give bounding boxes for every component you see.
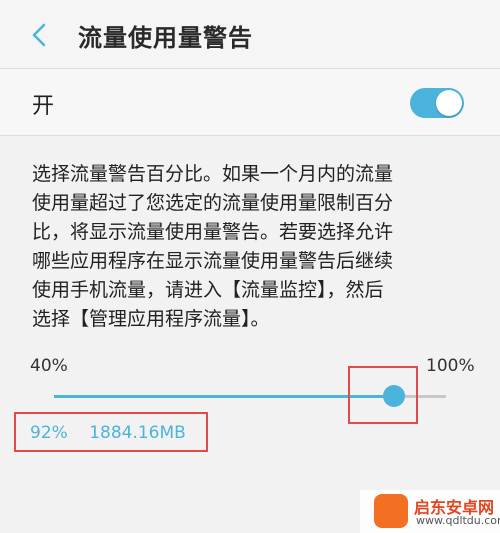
watermark-url: www.qdltdu.com — [416, 514, 500, 527]
thumb-highlight-box — [348, 366, 418, 424]
header: 流量使用量警告 — [0, 0, 500, 68]
back-button[interactable] — [22, 18, 56, 52]
description-line: 比，将显示流量使用量警告。若要选择允许 — [32, 221, 394, 243]
value-highlight-box — [14, 412, 208, 452]
watermark: 启东安卓网 www.qdltdu.com — [360, 490, 500, 533]
watermark-logo-icon — [374, 494, 408, 528]
slider-fill — [54, 395, 394, 398]
enable-switch[interactable] — [410, 88, 464, 118]
chevron-left-icon — [32, 23, 46, 47]
description-line: 使用量超过了您选定的流量使用量限制百分 — [32, 192, 394, 214]
page-title: 流量使用量警告 — [78, 24, 253, 52]
enable-toggle-row[interactable]: 开 — [0, 69, 500, 135]
description-line: 使用手机流量，请进入【流量监控】，然后 — [32, 279, 384, 301]
description-line: 哪些应用程序在显示流量使用量警告后继续 — [32, 250, 394, 272]
description-text: 选择流量警告百分比。如果一个月内的流量 使用量超过了您选定的流量使用量限制百分 … — [32, 160, 482, 334]
switch-knob — [436, 90, 462, 116]
toggle-label: 开 — [32, 94, 55, 119]
toggle-divider — [0, 135, 500, 136]
description-line: 选择流量警告百分比。如果一个月内的流量 — [32, 163, 394, 185]
slider-min-label: 40% — [30, 356, 68, 376]
slider-max-label: 100% — [426, 356, 475, 376]
description-line: 选择【管理应用程序流量】。 — [32, 308, 270, 330]
